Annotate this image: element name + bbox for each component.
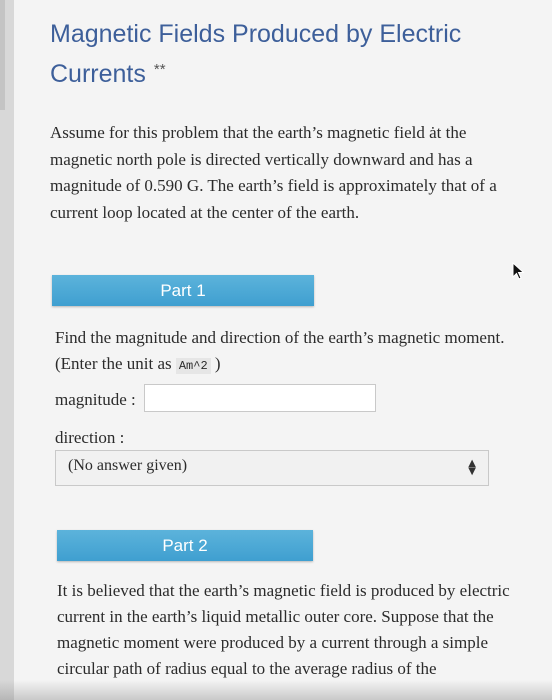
problem-page: Magnetic Fields Produced by Electric Cur…: [14, 0, 552, 700]
problem-intro: Assume for this problem that the earth’s…: [50, 123, 497, 222]
sort-arrows-icon: ▲ ▼: [468, 458, 476, 477]
part-1-question: Find the magnitude and direction of the …: [55, 325, 515, 379]
bottom-shadow: [0, 680, 552, 700]
unit-code: Am^2: [175, 358, 211, 374]
title-text: Magnetic Fields Produced by Electric Cur…: [50, 20, 462, 88]
part-2-banner[interactable]: Part 2: [57, 530, 313, 561]
part-2-label: Part 2: [162, 535, 208, 555]
direction-selected-value: (No answer given): [68, 457, 188, 474]
left-scroll-strip: [0, 0, 14, 700]
scroll-indicator: [0, 0, 5, 110]
mouse-pointer-icon: [512, 262, 525, 280]
magnitude-label: magnitude :: [55, 390, 136, 409]
magnitude-input[interactable]: [144, 384, 376, 412]
part-2-text: It is believed that the earth’s magnetic…: [57, 581, 510, 678]
page-title: Magnetic Fields Produced by Electric Cur…: [50, 14, 490, 94]
difficulty-stars: **: [153, 61, 166, 78]
direction-select[interactable]: (No answer given) ▲ ▼: [55, 450, 489, 486]
question-end: ): [214, 354, 221, 373]
part-1-label: Part 1: [160, 280, 206, 300]
direction-label: direction :: [55, 428, 125, 447]
question-text: Find the magnitude and direction of the …: [55, 328, 505, 373]
part-1-banner[interactable]: Part 1: [52, 275, 314, 306]
